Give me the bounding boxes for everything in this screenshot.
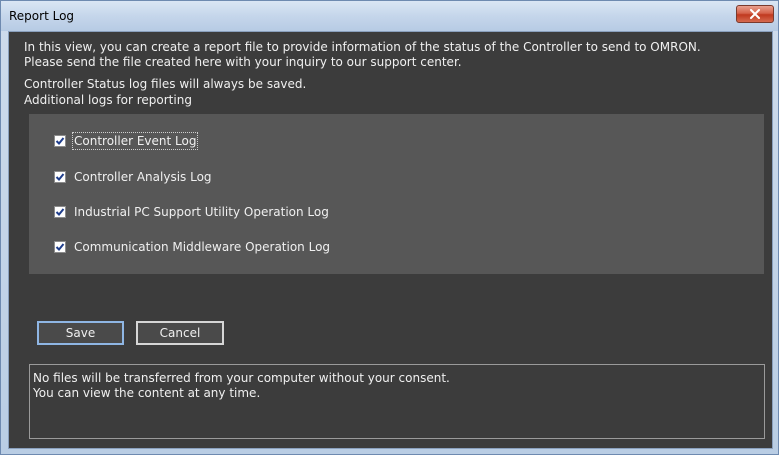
checkbox[interactable] — [54, 171, 66, 183]
status-text: Controller Status log files will always … — [24, 76, 306, 108]
close-button[interactable] — [736, 5, 774, 23]
cancel-button[interactable]: Cancel — [136, 321, 224, 345]
option-controller-event-log[interactable]: Controller Event Log — [54, 132, 199, 150]
status-line: Controller Status log files will always … — [24, 77, 307, 91]
additional-logs-panel: Controller Event Log Controller Analysis… — [29, 114, 764, 274]
checkmark-icon — [55, 173, 65, 181]
intro-line: Please send the file created here with y… — [24, 55, 462, 69]
dialog-body: In this view, you can create a report fi… — [8, 31, 773, 449]
option-label: Industrial PC Support Utility Operation … — [74, 205, 329, 219]
checkmark-icon — [55, 208, 65, 216]
window-title: Report Log — [9, 9, 75, 23]
additional-logs-heading: Additional logs for reporting — [24, 93, 192, 107]
info-line: No files will be transferred from your c… — [33, 371, 450, 385]
option-communication-middleware-log[interactable]: Communication Middleware Operation Log — [54, 240, 330, 254]
option-controller-analysis-log[interactable]: Controller Analysis Log — [54, 170, 212, 184]
consent-info-box: No files will be transferred from your c… — [29, 364, 765, 439]
info-line: You can view the content at any time. — [33, 386, 261, 400]
title-bar[interactable]: Report Log — [1, 1, 778, 31]
option-label: Communication Middleware Operation Log — [74, 240, 331, 254]
checkmark-icon — [55, 243, 65, 251]
checkbox[interactable] — [54, 241, 66, 253]
intro-text: In this view, you can create a report fi… — [24, 40, 701, 70]
checkbox[interactable] — [54, 135, 66, 147]
option-label: Controller Event Log — [71, 132, 199, 150]
intro-line: In this view, you can create a report fi… — [24, 40, 701, 54]
checkbox[interactable] — [54, 206, 66, 218]
option-industrial-pc-support-utility-log[interactable]: Industrial PC Support Utility Operation … — [54, 205, 329, 219]
checkmark-icon — [55, 137, 65, 145]
option-label: Controller Analysis Log — [74, 170, 212, 184]
close-x-icon — [750, 9, 760, 19]
report-log-dialog: Report Log In this view, you can create … — [0, 0, 779, 455]
save-button[interactable]: Save — [37, 321, 124, 345]
